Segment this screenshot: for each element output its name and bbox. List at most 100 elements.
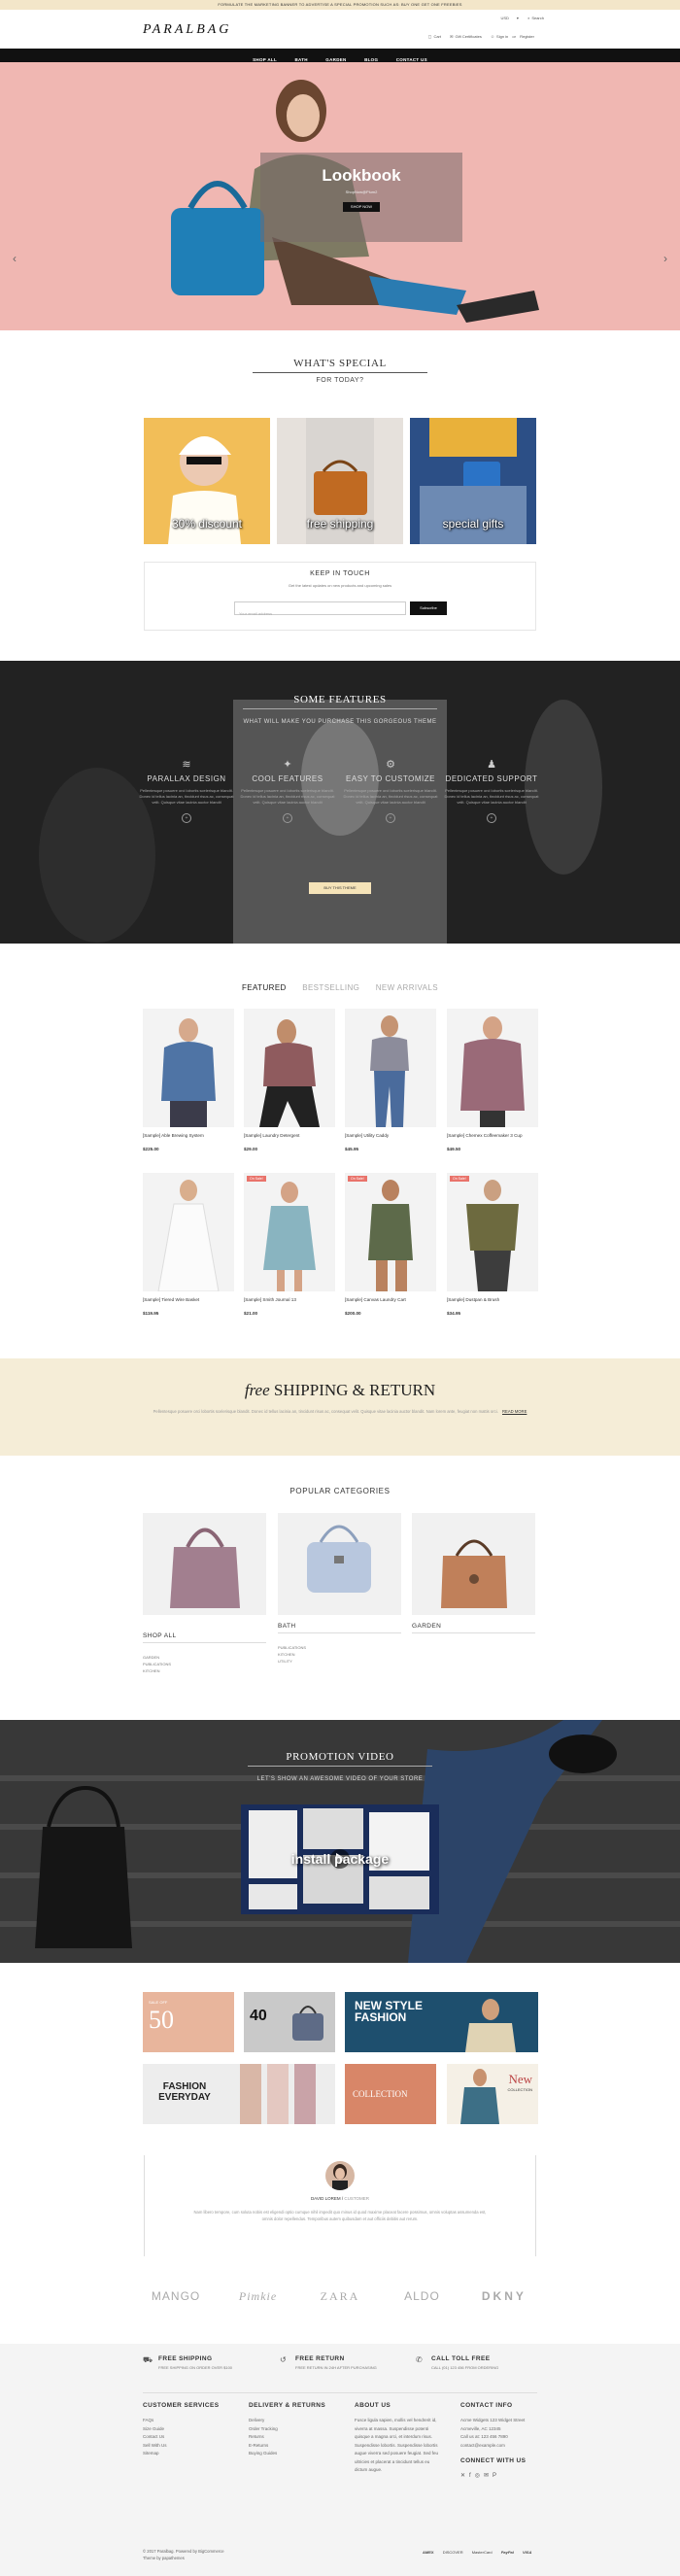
banner-sale-50[interactable]: SALE OFF 50 <box>143 1992 234 2052</box>
tab-new-arrivals[interactable]: NEW ARRIVALS <box>376 983 438 992</box>
pinterest-icon[interactable]: P <box>493 2473 500 2479</box>
banner-fashion-everyday[interactable]: FASHION EVERYDAY <box>143 2064 335 2124</box>
tile-label: free shipping <box>306 517 374 531</box>
currency-select[interactable]: USD <box>500 16 508 20</box>
product-image[interactable] <box>345 1009 436 1127</box>
product-name[interactable]: [Sample] Utility Caddy <box>345 1133 436 1138</box>
category-image[interactable] <box>412 1513 535 1615</box>
sub-link[interactable]: PUBLICATIONS <box>278 1644 306 1651</box>
topbar-text: FORMULATE THE MARKETING BANNER TO ADVERT… <box>218 2 462 7</box>
category-image[interactable] <box>143 1513 266 1615</box>
testimonial-name: DAVID LOREM <box>310 2196 341 2201</box>
banner-new-collection[interactable]: New COLLECTION <box>447 2064 538 2124</box>
gift-link[interactable]: Gift Certificates <box>455 34 481 39</box>
discount-tile[interactable]: 30% discount <box>144 418 270 544</box>
product-name[interactable]: [Sample] Laundry Detergent <box>244 1133 335 1138</box>
product-name[interactable]: [Sample] Dustpan & Brush <box>447 1297 538 1302</box>
footer-link[interactable]: Contact Us <box>143 2433 250 2442</box>
banner-40[interactable]: 40 <box>244 1992 335 2052</box>
product-card[interactable]: [Sample] Utility Caddy $45.95 <box>345 1009 436 1151</box>
footer-link[interactable]: FAQs <box>143 2417 250 2425</box>
subscribe-button[interactable]: Subscribe <box>410 601 447 615</box>
footer-link[interactable]: Buying Guides <box>249 2450 356 2458</box>
footer-link[interactable]: Delivery <box>249 2417 356 2425</box>
tab-bestselling[interactable]: BESTSELLING <box>302 983 359 992</box>
footer-link[interactable]: Sitemap <box>143 2450 250 2458</box>
footer-link[interactable]: Size Guide <box>143 2425 250 2434</box>
layers-icon: ≋ <box>182 759 191 771</box>
email-link[interactable]: contact@example.com <box>460 2442 538 2451</box>
footer-link[interactable]: Order Tracking <box>249 2425 356 2434</box>
footer-link[interactable]: E-Returns <box>249 2442 356 2451</box>
sub-link[interactable]: KITCHEN <box>143 1667 171 1674</box>
email-icon[interactable]: ✉ <box>484 2473 493 2479</box>
brand-logo[interactable]: Pimkie <box>220 2289 297 2304</box>
product-image[interactable] <box>244 1009 335 1127</box>
sub-link[interactable]: KITCHEN <box>278 1651 306 1658</box>
footer-link[interactable]: Sell With Us <box>143 2442 250 2451</box>
category-bath[interactable]: BATH <box>278 1623 295 1630</box>
product-name[interactable]: [Sample] Smith Journal 13 <box>244 1297 335 1302</box>
plus-icon[interactable]: + <box>283 813 292 823</box>
buy-theme-button[interactable]: BUY THIS THEME <box>309 882 371 894</box>
video-player[interactable]: install package <box>241 1804 439 1914</box>
chevron-left-icon[interactable]: ‹ <box>13 252 17 265</box>
search-link[interactable]: Search <box>531 16 544 20</box>
product-image[interactable]: On Sale! <box>345 1173 436 1291</box>
category-garden[interactable]: GARDEN <box>412 1623 441 1630</box>
logo[interactable]: PARALBAG <box>143 22 231 38</box>
product-image[interactable]: On Sale! <box>447 1173 538 1291</box>
brand-logo[interactable]: MANGO <box>137 2289 215 2303</box>
product-image[interactable] <box>143 1009 234 1127</box>
product-card[interactable]: On Sale! [Sample] Dustpan & Brush $34.95 <box>447 1173 538 1316</box>
brand-logo[interactable]: ALDO <box>383 2289 460 2303</box>
plus-icon[interactable]: + <box>386 813 395 823</box>
product-card[interactable]: [Sample] Laundry Detergent $29.00 <box>244 1009 335 1151</box>
plus-icon[interactable]: + <box>182 813 191 823</box>
cart-link[interactable]: Cart <box>433 34 441 39</box>
read-more-link[interactable]: READ MORE <box>502 1409 527 1414</box>
twitter-icon[interactable]: ✕ <box>460 2473 469 2479</box>
shipping-tile[interactable]: free shipping <box>277 418 403 544</box>
category-image[interactable] <box>278 1513 401 1615</box>
email-field[interactable]: Your email address <box>234 601 406 616</box>
product-name[interactable]: [Sample] Chemex Coffeemaker 3 Cup <box>447 1133 538 1138</box>
instagram-icon[interactable]: ◎ <box>475 2473 484 2479</box>
product-name[interactable]: [Sample] Tiered Wire Basket <box>143 1297 234 1302</box>
register-link[interactable]: Register <box>520 34 534 39</box>
popular-categories: POPULAR CATEGORIES <box>0 1487 680 1495</box>
tab-featured[interactable]: FEATURED <box>242 983 287 992</box>
product-card[interactable]: [Sample] Tiered Wire Basket $119.95 <box>143 1173 234 1316</box>
theme-credit[interactable]: Theme by papathemes <box>143 2555 224 2561</box>
product-card[interactable]: On Sale! [Sample] Smith Journal 13 $21.0… <box>244 1173 335 1316</box>
product-name[interactable]: [Sample] Canvas Laundry Cart <box>345 1297 436 1302</box>
header: PARALBAG USD ▾ ⌕ Search ▢ Cart ✉ Gift Certif… <box>0 10 680 49</box>
tile-label: 30% discount <box>171 517 243 531</box>
product-name[interactable]: [Sample] Able Brewing System <box>143 1133 234 1138</box>
product-image[interactable] <box>143 1173 234 1291</box>
plus-icon[interactable]: + <box>487 813 496 823</box>
sub-link[interactable]: UTILITY <box>278 1658 306 1665</box>
product-card[interactable]: [Sample] Chemex Coffeemaker 3 Cup $49.50 <box>447 1009 538 1151</box>
footer: ⛟ FREE SHIPPING FREE SHIPPING ON ORDER OV… <box>0 2344 680 2576</box>
signin-link[interactable]: Sign in <box>496 34 508 39</box>
product-card[interactable]: [Sample] Able Brewing System $225.00 <box>143 1009 234 1151</box>
gifts-tile[interactable]: special gifts <box>410 418 536 544</box>
hero-shop-button[interactable]: SHOP NOW <box>343 202 380 212</box>
footer-link[interactable]: Returns <box>249 2433 356 2442</box>
banner-collection[interactable]: COLLECTION <box>345 2064 436 2124</box>
product-image[interactable] <box>447 1009 538 1127</box>
brand-logo[interactable]: ZARA <box>301 2289 379 2304</box>
chevron-right-icon[interactable]: › <box>663 252 667 265</box>
banner-new-style[interactable]: NEW STYLE FASHION <box>345 1992 538 2052</box>
sub-link[interactable]: GARDEN <box>143 1654 171 1661</box>
category-shop-all[interactable]: SHOP ALL <box>143 1632 177 1639</box>
product-card[interactable]: On Sale! [Sample] Canvas Laundry Cart $2… <box>345 1173 436 1316</box>
freeship-text: Pellentesque posuere orci lobortis scele… <box>126 1408 554 1415</box>
special-title: WHAT'S SPECIAL <box>293 358 387 369</box>
product-image[interactable]: On Sale! <box>244 1173 335 1291</box>
product-price: $34.95 <box>447 1311 461 1316</box>
sub-link[interactable]: PUBLICATIONS <box>143 1661 171 1667</box>
feature-parallax: ≋ PARALLAX DESIGN Pellentesque posuere o… <box>138 758 235 824</box>
brand-logo[interactable]: DKNY <box>465 2289 543 2303</box>
